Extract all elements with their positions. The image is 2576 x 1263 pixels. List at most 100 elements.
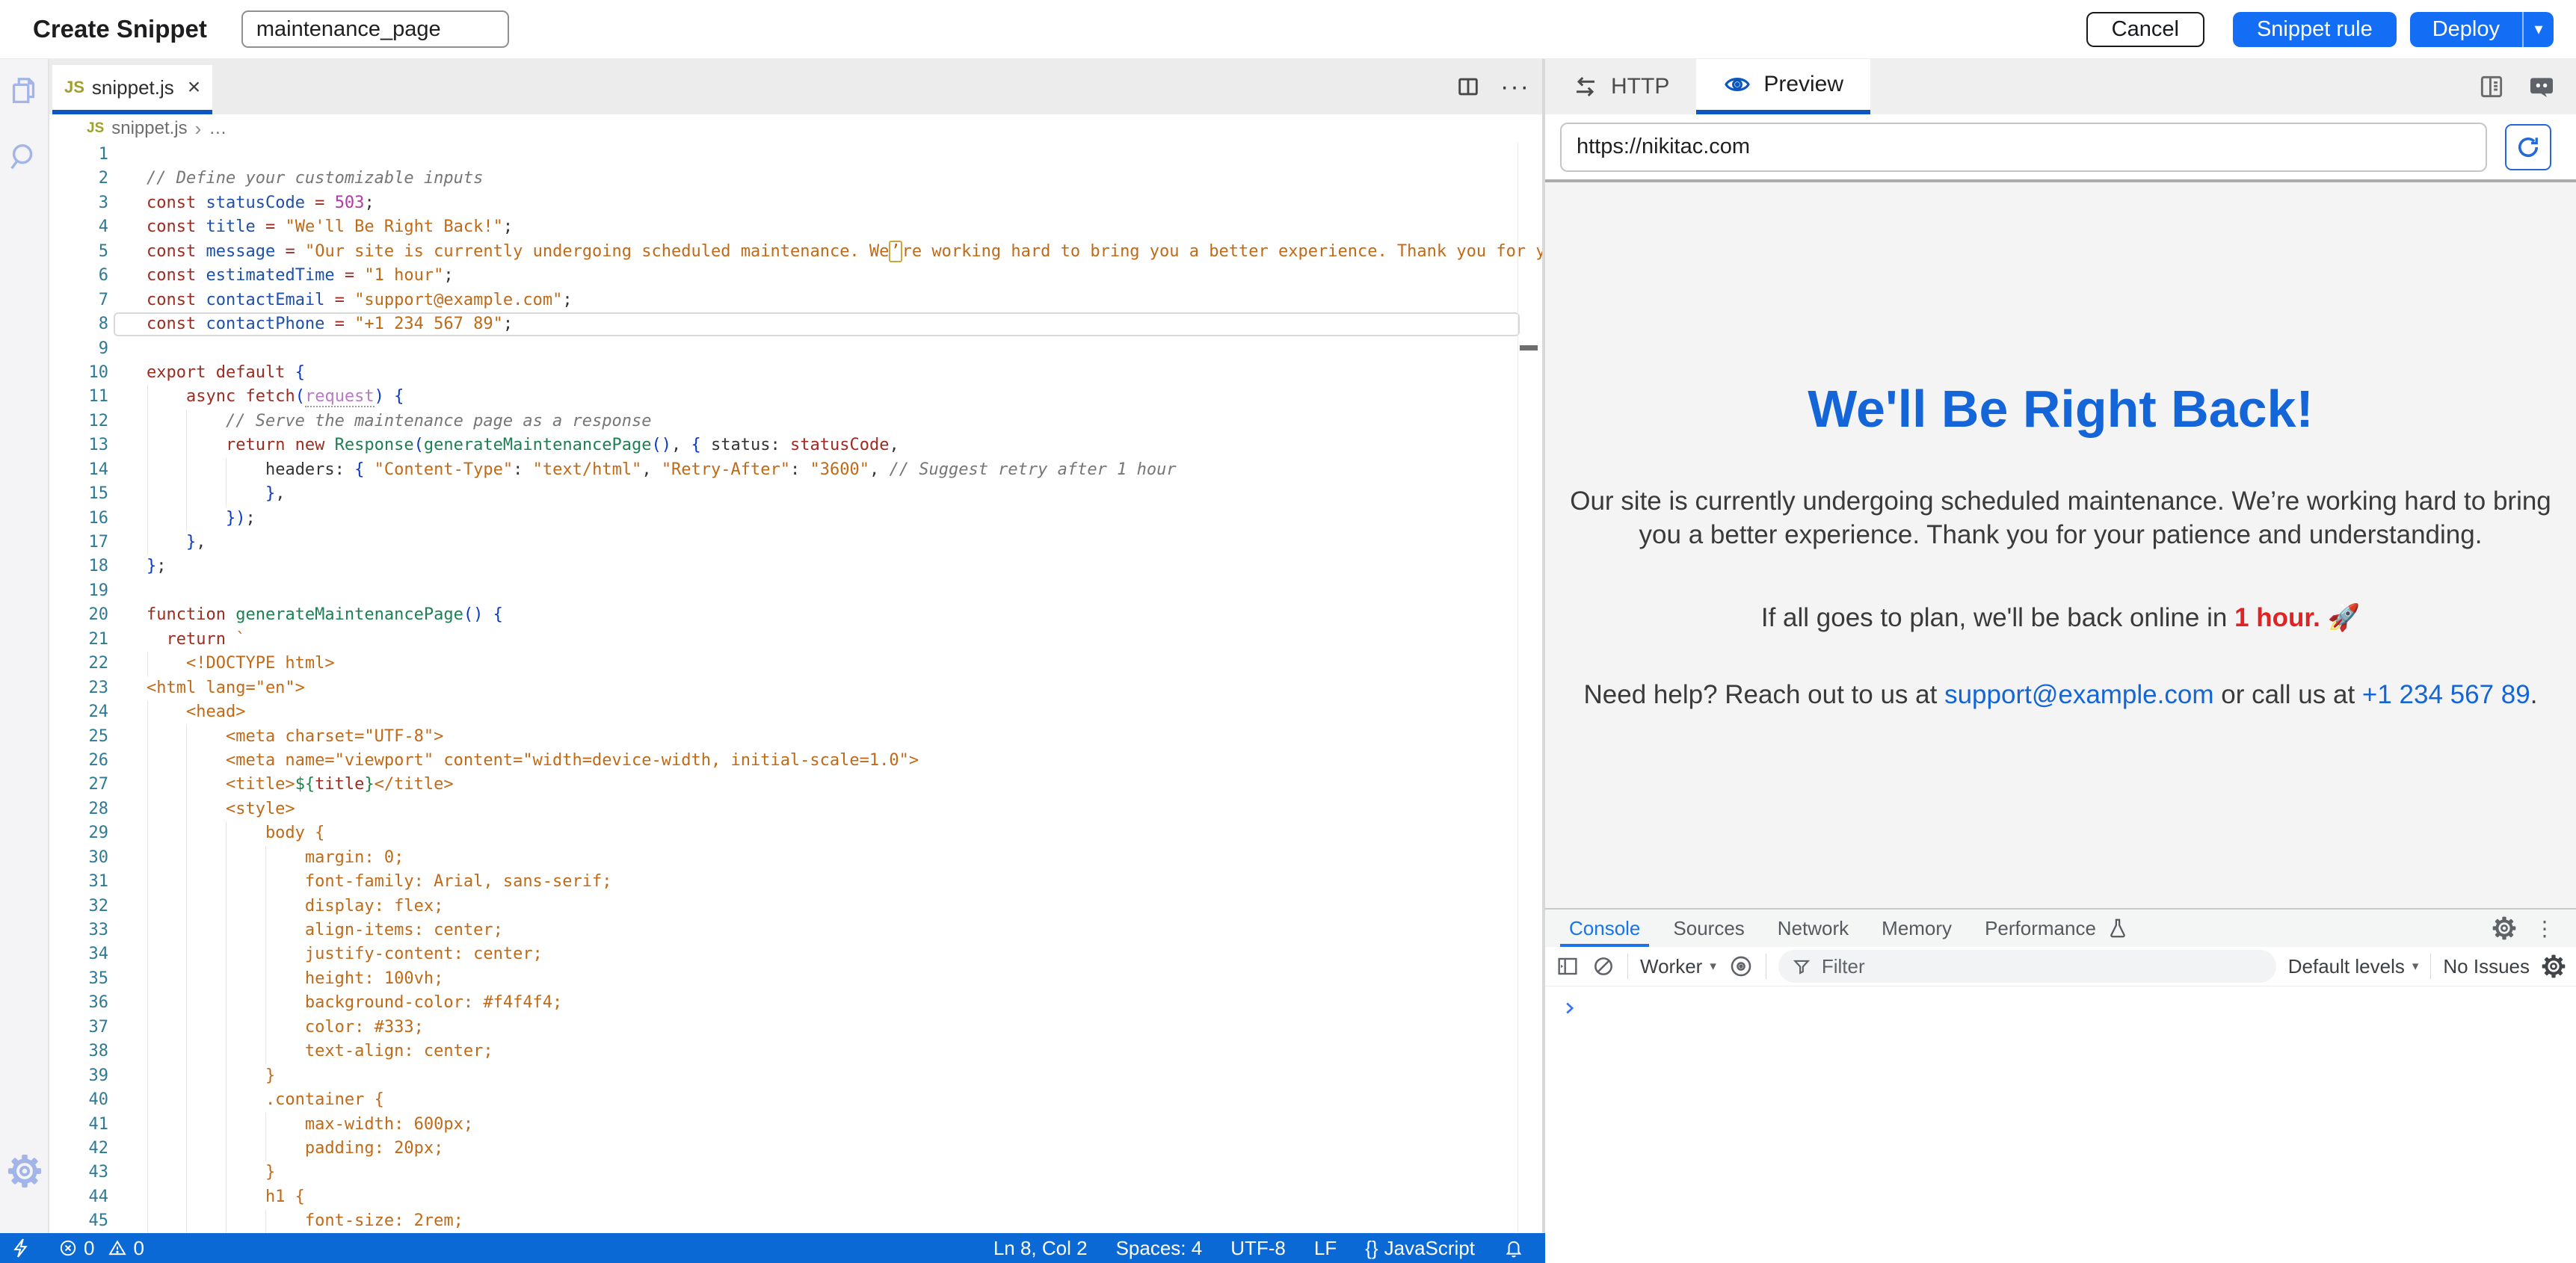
breadcrumb[interactable]: JS snippet.js › … xyxy=(49,114,1542,143)
snippet-rule-button[interactable]: Snippet rule xyxy=(2233,12,2397,47)
devtools-settings-gear-icon[interactable] xyxy=(2492,916,2516,940)
warning-count: 0 xyxy=(133,1237,144,1260)
code-line[interactable]: 40 .container { xyxy=(49,1088,1542,1112)
devtools-tab-console[interactable]: Console xyxy=(1553,910,1657,947)
cursor-position[interactable]: Ln 8, Col 2 xyxy=(993,1237,1088,1260)
code-line[interactable]: 34 justify-content: center; xyxy=(49,942,1542,966)
clear-console-icon[interactable] xyxy=(1591,954,1615,978)
code-line[interactable]: 45 font-size: 2rem; xyxy=(49,1209,1542,1233)
breadcrumb-symbol[interactable]: … xyxy=(209,118,227,139)
docs-book-icon[interactable] xyxy=(2477,72,2506,101)
refresh-button[interactable] xyxy=(2505,124,2551,170)
code-line[interactable]: 32 display: flex; xyxy=(49,895,1542,918)
code-line[interactable]: 11 async fetch(request) { xyxy=(49,385,1542,409)
code-line[interactable]: 23<html lang="en"> xyxy=(49,676,1542,700)
tab-http[interactable]: HTTP xyxy=(1545,59,1696,114)
console-settings-gear-icon[interactable] xyxy=(2542,954,2566,978)
split-editor-icon[interactable] xyxy=(1455,74,1481,99)
code-line[interactable]: 13 return new Response(generateMaintenan… xyxy=(49,433,1542,457)
code-content[interactable]: 12// Define your customizable inputs3con… xyxy=(49,143,1542,1233)
code-line[interactable]: 25 <meta charset="UTF-8"> xyxy=(49,725,1542,749)
code-line[interactable]: 16 }); xyxy=(49,507,1542,531)
support-email-link[interactable]: support@example.com xyxy=(1944,680,2213,709)
code-line[interactable]: 29 body { xyxy=(49,821,1542,845)
remote-indicator-icon[interactable] xyxy=(10,1237,33,1259)
indent-guide xyxy=(186,895,187,918)
files-icon[interactable] xyxy=(7,74,41,108)
discord-chat-icon[interactable] xyxy=(2527,72,2557,102)
code-line[interactable]: 41 max-width: 600px; xyxy=(49,1113,1542,1137)
tab-preview[interactable]: Preview xyxy=(1696,59,1870,114)
log-levels-selector[interactable]: Default levels ▾ xyxy=(2288,955,2419,978)
code-line[interactable]: 24 <head> xyxy=(49,700,1542,724)
live-expression-eye-icon[interactable] xyxy=(1728,954,1754,979)
url-input[interactable] xyxy=(1560,123,2487,172)
code-line[interactable]: 7const contactEmail = "support@example.c… xyxy=(49,288,1542,312)
code-line[interactable]: 19 xyxy=(49,579,1542,603)
code-line[interactable]: 26 <meta name="viewport" content="width=… xyxy=(49,749,1542,773)
code-line[interactable]: 35 height: 100vh; xyxy=(49,967,1542,991)
language-mode[interactable]: {}JavaScript xyxy=(1365,1237,1475,1260)
code-line[interactable]: 4const title = "We'll Be Right Back!"; xyxy=(49,215,1542,239)
devtools-tab-network[interactable]: Network xyxy=(1761,910,1865,947)
problems-indicator[interactable]: 0 0 xyxy=(58,1237,144,1260)
console-output[interactable] xyxy=(1545,986,2576,1022)
encoding-setting[interactable]: UTF-8 xyxy=(1230,1237,1286,1260)
code-line[interactable]: 12 // Serve the maintenance page as a re… xyxy=(49,410,1542,433)
settings-gear-icon[interactable] xyxy=(7,1154,42,1188)
indent-guide xyxy=(226,918,227,942)
code-line[interactable]: 22 <!DOCTYPE html> xyxy=(49,652,1542,676)
code-line[interactable]: 31 font-family: Arial, sans-serif; xyxy=(49,870,1542,894)
code-line[interactable]: 30 margin: 0; xyxy=(49,846,1542,870)
code-line[interactable]: 8const contactPhone = "+1 234 567 89"; xyxy=(49,312,1542,336)
close-tab-icon[interactable]: × xyxy=(188,76,201,99)
indent-guide xyxy=(147,725,148,749)
indent-guide xyxy=(186,507,187,531)
code-line[interactable]: 33 align-items: center; xyxy=(49,918,1542,942)
editor-scrollbar-mark[interactable] xyxy=(1520,345,1538,351)
indentation-setting[interactable]: Spaces: 4 xyxy=(1116,1237,1203,1260)
console-filter-input[interactable]: Filter xyxy=(1778,950,2276,983)
code-line[interactable]: 42 padding: 20px; xyxy=(49,1137,1542,1161)
code-line[interactable]: 44 h1 { xyxy=(49,1185,1542,1209)
devtools-tab-sources[interactable]: Sources xyxy=(1657,910,1760,947)
eol-setting[interactable]: LF xyxy=(1314,1237,1337,1260)
code-line[interactable]: 36 background-color: #f4f4f4; xyxy=(49,991,1542,1015)
code-line[interactable]: 38 text-align: center; xyxy=(49,1040,1542,1063)
devtools-tab-memory[interactable]: Memory xyxy=(1865,910,1968,947)
tab-snippet-js[interactable]: JS snippet.js × xyxy=(52,65,212,114)
devtools-tab-performance[interactable]: Performance xyxy=(1968,910,2113,947)
issues-counter[interactable]: No Issues xyxy=(2443,955,2530,978)
code-line[interactable]: 3const statusCode = 503; xyxy=(49,191,1542,215)
devtools-menu-kebab-icon[interactable]: ⋮ xyxy=(2534,916,2555,941)
code-line[interactable]: 18}; xyxy=(49,555,1542,578)
code-line[interactable]: 21 return ` xyxy=(49,628,1542,652)
tab-http-label: HTTP xyxy=(1611,74,1669,99)
code-line[interactable]: 5const message = "Our site is currently … xyxy=(49,240,1542,264)
code-line[interactable]: 37 color: #333; xyxy=(49,1016,1542,1040)
code-line[interactable]: 15 }, xyxy=(49,482,1542,506)
code-line[interactable]: 27 <title>${title}</title> xyxy=(49,773,1542,797)
notifications-bell-icon[interactable] xyxy=(1503,1238,1524,1259)
breadcrumb-file[interactable]: snippet.js xyxy=(111,118,187,139)
deploy-dropdown-button[interactable]: ▾ xyxy=(2522,12,2554,47)
more-actions-icon[interactable]: ··· xyxy=(1500,72,1530,102)
cancel-button[interactable]: Cancel xyxy=(2086,12,2204,47)
phone-link[interactable]: +1 234 567 89 xyxy=(2362,680,2530,709)
code-line[interactable]: 43 } xyxy=(49,1161,1542,1185)
code-line[interactable]: 20function generateMaintenancePage() { xyxy=(49,603,1542,627)
code-line[interactable]: 39 } xyxy=(49,1064,1542,1088)
code-line[interactable]: 17 }, xyxy=(49,531,1542,555)
code-line[interactable]: 28 <style> xyxy=(49,797,1542,821)
code-line[interactable]: 9 xyxy=(49,337,1542,361)
code-line[interactable]: 14 headers: { "Content-Type": "text/html… xyxy=(49,458,1542,482)
code-line[interactable]: 2// Define your customizable inputs xyxy=(49,167,1542,191)
snippet-name-input[interactable] xyxy=(241,10,509,48)
search-icon[interactable] xyxy=(7,140,41,174)
code-line[interactable]: 6const estimatedTime = "1 hour"; xyxy=(49,264,1542,288)
code-line[interactable]: 10export default { xyxy=(49,361,1542,385)
console-sidebar-toggle-icon[interactable] xyxy=(1556,954,1580,978)
context-selector[interactable]: Worker ▾ xyxy=(1640,955,1716,978)
deploy-button[interactable]: Deploy xyxy=(2410,12,2522,47)
code-line[interactable]: 1 xyxy=(49,143,1542,167)
